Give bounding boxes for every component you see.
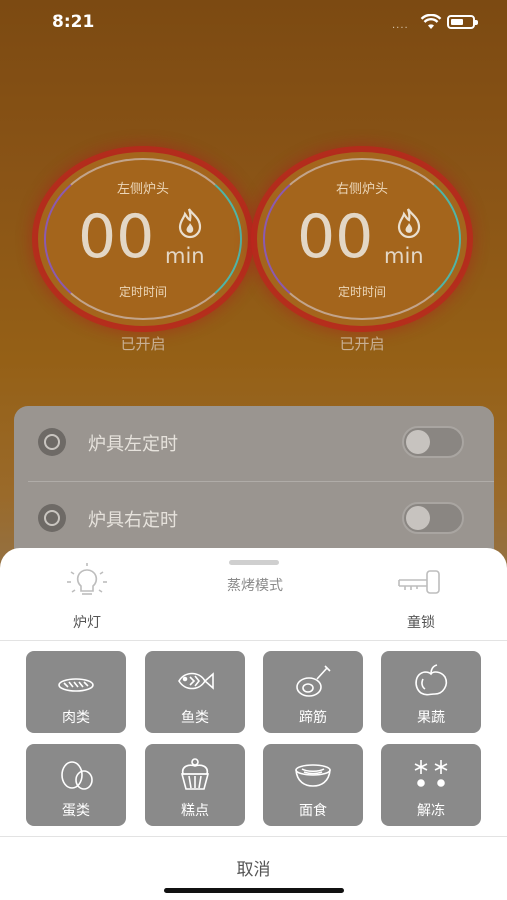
mode-tile-noodles[interactable]: 面食 [263,744,363,826]
sheet-drag-handle[interactable] [229,560,279,565]
burner-subtitle: 定时时间 [118,285,167,299]
burner-time-unit: min [165,244,205,268]
status-bar: 8:21 .... [0,0,507,46]
mode-label: 糕点 [181,803,209,819]
mode-label: 蛋类 [62,803,90,819]
cellular-signal-icon: .... [392,20,409,31]
clock-icon [38,504,66,532]
mode-tile-eggs[interactable]: 蛋类 [26,744,126,826]
burner-time-value: 00 [297,202,374,272]
timer-settings-card: 炉具左定时 炉具右定时 [14,406,494,566]
right-burner-status: 已开启 [339,335,385,353]
mode-tile-vegetables[interactable]: 果蔬 [381,651,481,733]
noodle-bowl-icon [295,764,331,787]
toggle-knob [406,506,430,530]
burner-title: 右侧炉头 [335,182,388,197]
right-timer-toggle[interactable] [402,502,464,534]
timer-label: 炉具左定时 [88,434,178,455]
clock-icon [38,428,66,456]
right-burner-dial[interactable]: 右侧炉头 00 min 定时时间 [257,152,467,326]
flame-icon [173,206,207,244]
vegetable-icon [415,664,448,696]
mode-label: 果蔬 [417,710,445,726]
timer-row-left[interactable]: 炉具左定时 [14,406,494,478]
mode-title: 蒸烤模式 [227,578,283,594]
divider [0,836,507,837]
timer-row-right[interactable]: 炉具右定时 [14,482,494,554]
status-time: 8:21 [52,12,95,32]
mode-tile-defrost[interactable]: 解冻 [381,744,481,826]
meat-icon [58,678,94,692]
left-timer-toggle[interactable] [402,426,464,458]
burner-subtitle: 定时时间 [337,285,386,299]
wifi-icon [420,13,442,34]
divider [0,640,507,641]
cancel-button[interactable]: 取消 [0,848,507,892]
mode-label: 解冻 [417,803,445,819]
oven-light-label: 炉灯 [73,615,101,631]
mode-label: 鱼类 [181,710,209,726]
battery-icon [447,15,478,29]
home-indicator [164,888,344,893]
child-lock-button[interactable]: 童锁 [366,562,476,632]
mode-bottom-sheet: 炉灯 蒸烤模式 童锁 肉类 鱼类 蹄筋 果蔬 蛋类 糕点 面食 解冻 取消 [0,548,507,900]
egg-icon [61,761,93,790]
oven-light-button[interactable]: 炉灯 [32,562,142,632]
flame-icon [392,206,426,244]
mode-label: 面食 [299,803,327,819]
timer-label: 炉具右定时 [88,510,178,531]
mode-tile-tendon[interactable]: 蹄筋 [263,651,363,733]
fish-icon [178,672,214,690]
snowflake-icon [414,760,448,787]
lightbulb-icon [67,563,107,595]
mode-tile-meat[interactable]: 肉类 [26,651,126,733]
key-icon [398,570,440,594]
left-burner-dial[interactable]: 左侧炉头 00 min 定时时间 [38,152,248,326]
mode-label: 肉类 [62,710,90,726]
ham-icon [296,665,331,697]
child-lock-label: 童锁 [407,615,435,631]
cupcake-icon [180,758,210,790]
toggle-knob [406,430,430,454]
left-burner-status: 已开启 [120,335,166,353]
burner-title: 左侧炉头 [116,182,169,197]
burner-time-value: 00 [78,202,155,272]
burner-time-unit: min [384,244,424,268]
mode-tile-fish[interactable]: 鱼类 [145,651,245,733]
mode-tile-pastry[interactable]: 糕点 [145,744,245,826]
mode-label: 蹄筋 [299,710,327,726]
